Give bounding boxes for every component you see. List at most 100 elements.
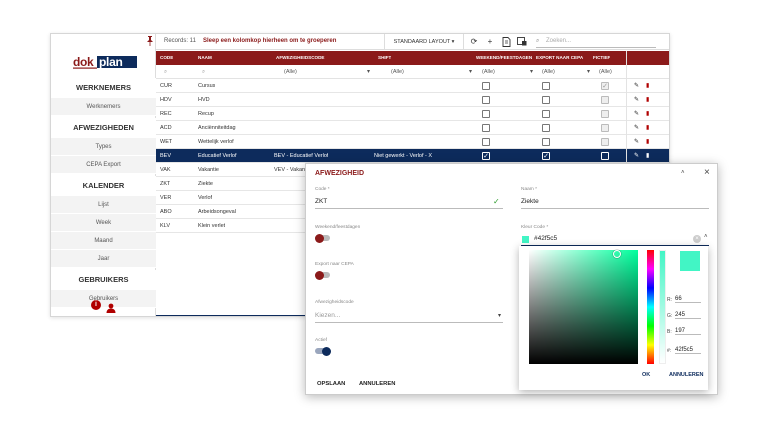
cell-code: REC: [160, 111, 172, 117]
checkbox-weekend[interactable]: [482, 82, 490, 90]
checkbox-weekend[interactable]: ✓: [482, 152, 490, 160]
edit-icon[interactable]: ✎: [634, 93, 639, 107]
column-header[interactable]: CODE: [160, 51, 173, 65]
weekend-toggle[interactable]: [315, 233, 330, 243]
checkbox-export[interactable]: [542, 138, 550, 146]
checkbox-fictief: [601, 124, 609, 132]
filter-caret-icon[interactable]: ▾: [367, 65, 370, 79]
columns-icon[interactable]: [517, 37, 527, 47]
checkbox-weekend[interactable]: [482, 124, 490, 132]
r-input[interactable]: 66: [675, 296, 701, 303]
info-icon[interactable]: i: [91, 300, 101, 310]
filter-caret-icon[interactable]: ▾: [530, 65, 533, 79]
sidebar-item[interactable]: Maand: [51, 232, 156, 250]
export-icon[interactable]: [501, 37, 511, 47]
checkbox-export[interactable]: [542, 82, 550, 90]
picker-ok-button[interactable]: OK: [642, 372, 650, 378]
filter-weekend[interactable]: (Alle): [482, 65, 495, 79]
sv-handle[interactable]: [613, 250, 621, 258]
hue-slider[interactable]: [647, 250, 654, 364]
close-icon[interactable]: ×: [704, 167, 710, 178]
filter-search-icon[interactable]: ⌕: [202, 65, 205, 79]
delete-icon[interactable]: ▮: [646, 107, 649, 121]
records-count: Records: 11: [164, 38, 196, 44]
clear-icon[interactable]: ×: [693, 235, 701, 243]
search-input[interactable]: ⌕ Zoeken...: [536, 35, 656, 48]
checkbox-weekend[interactable]: [482, 138, 490, 146]
sidebar-item[interactable]: Werknemers: [51, 98, 156, 116]
sidebar-item[interactable]: Lijst: [51, 196, 156, 214]
column-header[interactable]: FICTIEF: [593, 51, 610, 65]
sidebar-item[interactable]: Week: [51, 214, 156, 232]
layout-dropdown[interactable]: STANDAARD LAYOUT ▾: [384, 34, 464, 50]
column-header[interactable]: EXPORT NAAR CEPA: [536, 51, 583, 65]
edit-icon[interactable]: ✎: [634, 107, 639, 121]
edit-icon[interactable]: ✎: [634, 135, 639, 149]
cell-code: WET: [160, 139, 173, 145]
caret-down-icon[interactable]: ▾: [498, 312, 501, 319]
table-row[interactable]: CUR Cursus ✓ ✎ ▮: [156, 79, 669, 93]
delete-icon[interactable]: ▮: [646, 93, 649, 107]
kleur-label: Kleur Code *: [521, 225, 549, 230]
cancel-button[interactable]: ANNULEREN: [359, 381, 395, 387]
edit-icon[interactable]: ✎: [634, 149, 639, 163]
refresh-icon[interactable]: ⟳: [469, 37, 479, 47]
actief-toggle[interactable]: [315, 346, 331, 356]
filter-export[interactable]: (Alle): [542, 65, 555, 79]
afwezigheidscode-select[interactable]: Kiezen...: [315, 312, 340, 319]
table-row[interactable]: WET Wettelijk verlof ✎ ▮: [156, 135, 669, 149]
add-icon[interactable]: +: [485, 37, 495, 47]
filter-search-icon[interactable]: ⌕: [164, 65, 167, 79]
column-header[interactable]: SHIFT: [378, 51, 391, 65]
weekend-label: Weekend/feestdagen: [315, 225, 361, 230]
table-row[interactable]: BEV Educatief Verlof BEV - Educatief Verlo…: [156, 149, 669, 163]
g-input[interactable]: 245: [675, 312, 701, 319]
hex-input[interactable]: 42f5c5: [675, 347, 701, 354]
kleur-field[interactable]: #42f5c5: [534, 235, 557, 242]
collapse-icon[interactable]: ˄: [681, 170, 685, 176]
cell-naam: Wettelijk verlof: [198, 139, 234, 145]
checkbox-export[interactable]: [542, 124, 550, 132]
naam-label: Naam *: [521, 187, 537, 192]
filter-caret-icon[interactable]: ▾: [587, 65, 590, 79]
code-field[interactable]: ZKT: [315, 198, 327, 205]
export-toggle[interactable]: [315, 270, 330, 280]
checkbox-weekend[interactable]: [482, 96, 490, 104]
user-icon[interactable]: [106, 300, 116, 313]
column-header[interactable]: NAAM: [198, 51, 212, 65]
naam-field[interactable]: Ziekte: [521, 198, 539, 205]
checkbox-weekend[interactable]: [482, 110, 490, 118]
alpha-slider[interactable]: [659, 250, 666, 364]
delete-icon[interactable]: ▮: [646, 121, 649, 135]
filter-fictief[interactable]: (Alle): [599, 65, 612, 79]
edit-icon[interactable]: ✎: [634, 79, 639, 93]
checkbox-export[interactable]: [542, 96, 550, 104]
delete-icon[interactable]: ▮: [646, 135, 649, 149]
edit-icon[interactable]: ✎: [634, 121, 639, 135]
picker-cancel-button[interactable]: ANNULEREN: [669, 372, 704, 378]
table-row[interactable]: HDV HVD ✎ ▮: [156, 93, 669, 107]
checkbox-export[interactable]: ✓: [542, 152, 550, 160]
table-row[interactable]: REC Recup ✎ ▮: [156, 107, 669, 121]
b-input[interactable]: 197: [675, 328, 701, 335]
column-header[interactable]: WEEKEND/FEESTDAGEN: [476, 51, 532, 65]
sidebar: dok plan WERKNEMERS Werknemers AFWEZIGHEDE…: [51, 34, 156, 316]
filter-shift[interactable]: (Alle): [391, 65, 404, 79]
sidebar-item[interactable]: Jaar: [51, 250, 156, 268]
saturation-area[interactable]: [529, 250, 638, 364]
pin-icon[interactable]: [146, 36, 154, 46]
delete-icon[interactable]: ▮: [646, 79, 649, 93]
filter-afwezigheidscode[interactable]: (Alle): [284, 65, 297, 79]
sidebar-item[interactable]: CEPA Export: [51, 156, 156, 174]
column-header[interactable]: AFWEZIGHEIDSCODE: [276, 51, 325, 65]
sidebar-item[interactable]: Types: [51, 138, 156, 156]
cell-naam: Arbeidsongeval: [198, 209, 236, 215]
chevron-up-icon[interactable]: ˄: [704, 234, 708, 240]
checkbox-export[interactable]: [542, 110, 550, 118]
checkbox-fictief: [601, 138, 609, 146]
sidebar-section-title: GEBRUIKERS: [51, 270, 156, 290]
table-row[interactable]: ACD Anciënniteitdag ✎ ▮: [156, 121, 669, 135]
save-button[interactable]: OPSLAAN: [317, 381, 345, 387]
filter-caret-icon[interactable]: ▾: [469, 65, 472, 79]
delete-icon[interactable]: ▮: [646, 149, 649, 163]
